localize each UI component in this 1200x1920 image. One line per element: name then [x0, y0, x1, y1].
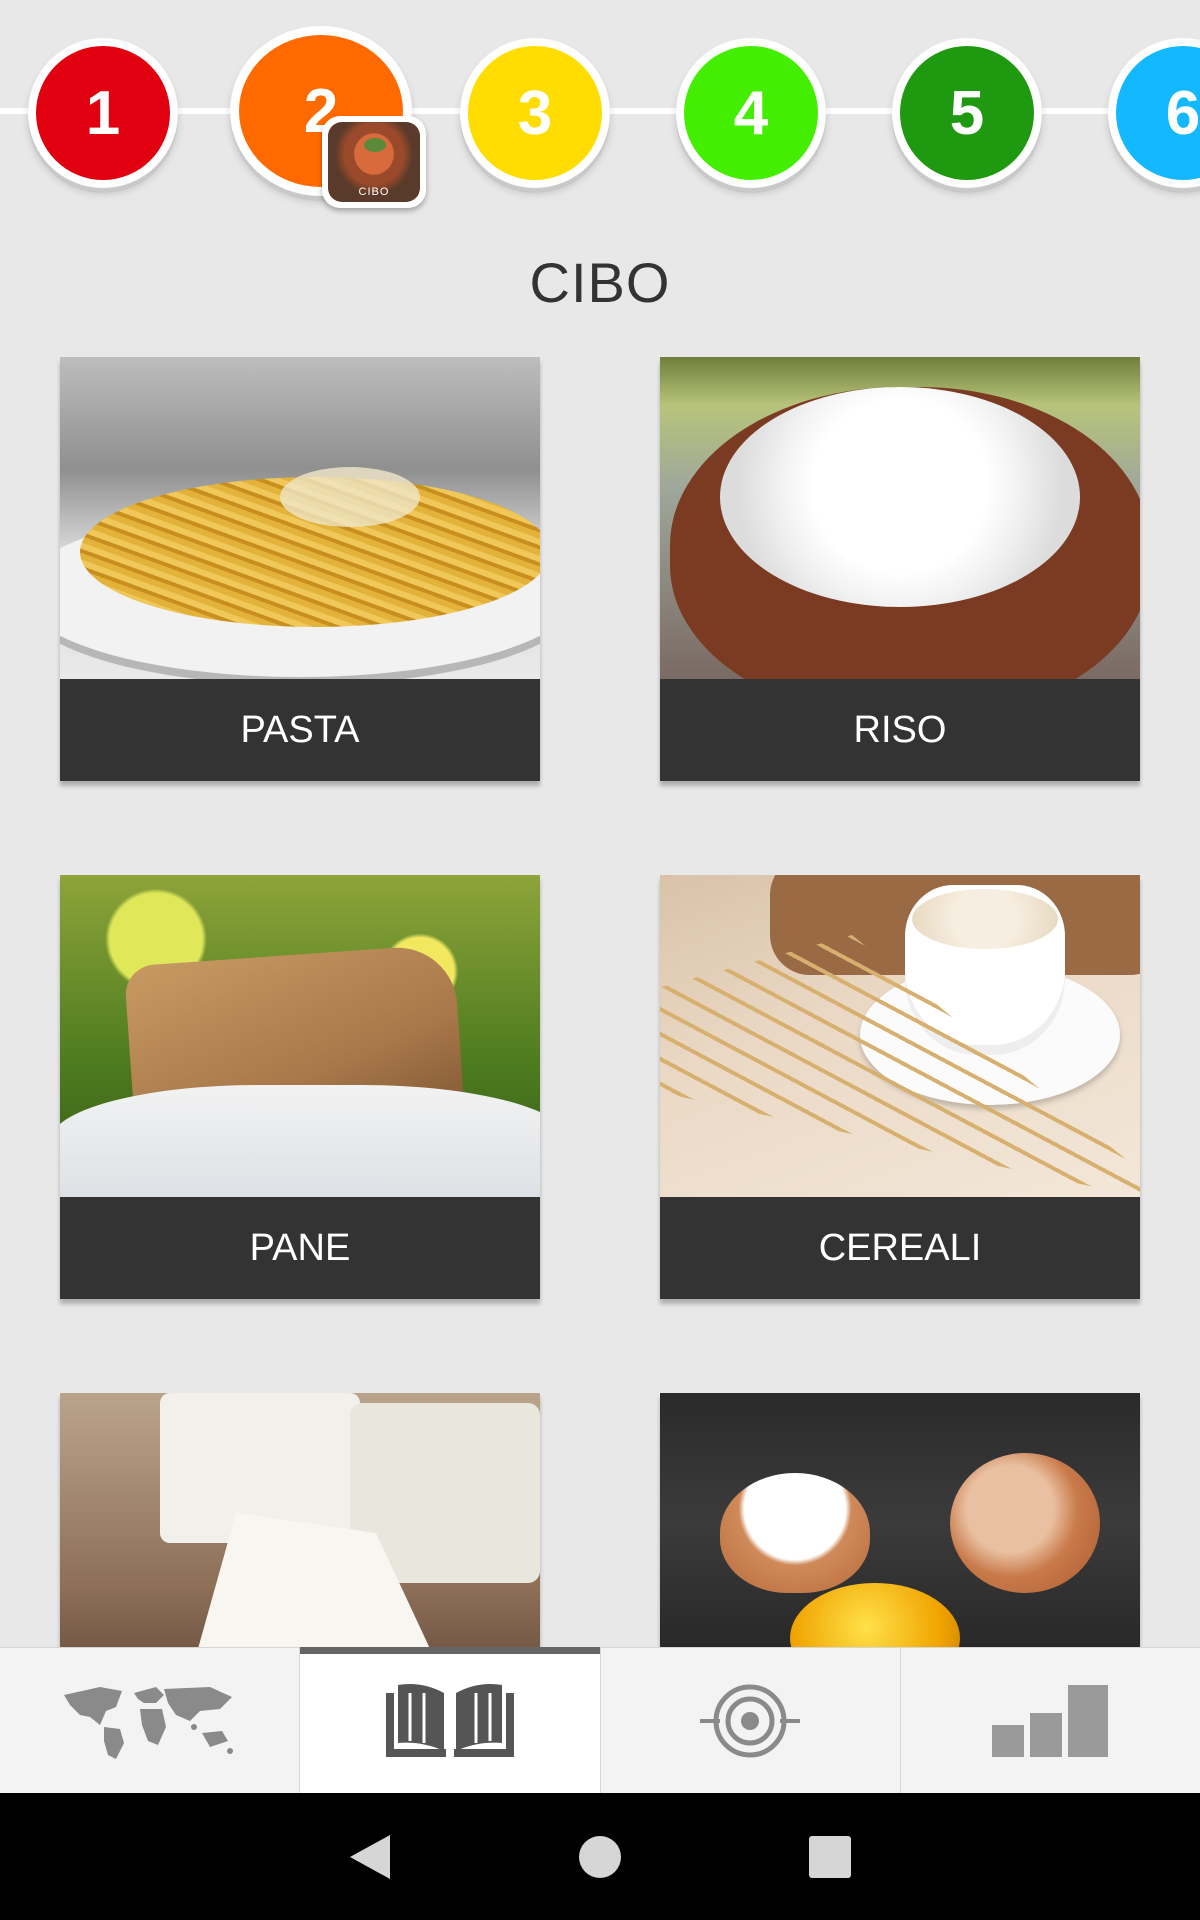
home-icon — [579, 1835, 621, 1878]
tab-lessons[interactable] — [300, 1647, 601, 1794]
back-icon — [350, 1834, 390, 1879]
card-cheese[interactable] — [60, 1393, 540, 1647]
bottom-tab-bar — [0, 1647, 1200, 1794]
cereal-image — [660, 875, 1140, 1197]
level-6-button[interactable]: 6 — [1108, 38, 1200, 188]
level-5-number: 5 — [949, 78, 985, 148]
bread-image — [60, 875, 540, 1197]
bar-chart-icon — [992, 1685, 1109, 1757]
level-6-number: 6 — [1165, 78, 1200, 148]
target-icon — [700, 1684, 801, 1758]
card-eggs[interactable] — [660, 1393, 1140, 1647]
level-1-button[interactable]: 1 — [28, 38, 178, 188]
card-label: PANE — [60, 1197, 540, 1299]
recents-icon — [809, 1835, 851, 1878]
level-1-number: 1 — [85, 78, 121, 148]
tab-progress[interactable] — [901, 1648, 1200, 1794]
level-1-circle: 1 — [36, 46, 170, 180]
home-button[interactable] — [570, 1827, 630, 1887]
card-label: PASTA — [60, 679, 540, 781]
page-title: CIBO — [529, 251, 671, 314]
level-4-circle: 4 — [684, 46, 818, 180]
card-cereali[interactable]: CEREALI — [660, 875, 1140, 1299]
pasta-image — [60, 357, 540, 679]
book-icon — [385, 1684, 514, 1757]
tab-world[interactable] — [0, 1648, 301, 1794]
level-3-button[interactable]: 3 — [460, 38, 610, 188]
card-pane[interactable]: PANE — [60, 875, 540, 1299]
level-selector: 1 2 CIBO 3 4 5 6 — [0, 0, 1200, 230]
eggs-image — [660, 1393, 1140, 1647]
card-riso[interactable]: RISO — [660, 357, 1140, 781]
back-button[interactable] — [340, 1827, 400, 1887]
level-3-circle: 3 — [468, 46, 602, 180]
level-6-circle: 6 — [1116, 46, 1200, 180]
current-category-badge: CIBO — [322, 116, 426, 208]
recents-button[interactable] — [800, 1827, 860, 1887]
badge-label: CIBO — [358, 186, 390, 198]
level-5-button[interactable]: 5 — [892, 38, 1042, 188]
level-3-number: 3 — [517, 78, 553, 148]
card-label: RISO — [660, 679, 1140, 781]
card-pasta[interactable]: PASTA — [60, 357, 540, 781]
level-5-circle: 5 — [900, 46, 1034, 180]
world-map-icon — [63, 1687, 233, 1759]
rice-image — [660, 357, 1140, 679]
level-4-button[interactable]: 4 — [676, 38, 826, 188]
card-label: CEREALI — [660, 1197, 1140, 1299]
category-grid: PASTA RISO PANE CEREALI — [0, 357, 1200, 1647]
level-4-number: 4 — [733, 78, 769, 148]
cheese-image — [60, 1393, 540, 1647]
tab-practice[interactable] — [601, 1648, 901, 1794]
food-thumbnail-icon: CIBO — [328, 122, 420, 202]
system-navigation-bar — [0, 1793, 1200, 1920]
